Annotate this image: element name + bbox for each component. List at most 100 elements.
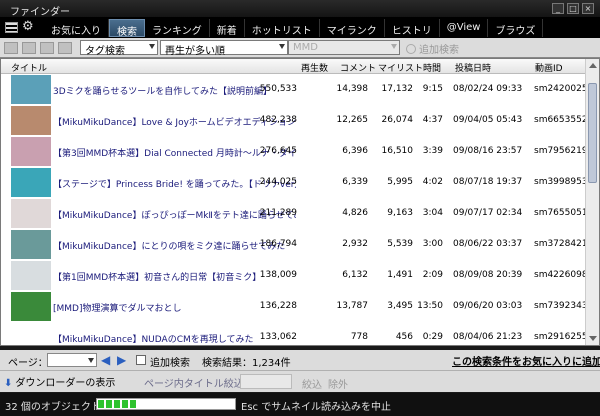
table-row[interactable]: 【MikuMikuDance】Love & Joyホームビデオエディション修正版… xyxy=(1,105,588,136)
window-titlebar: ファインダー _ □ × xyxy=(0,0,600,18)
add-search-button[interactable]: 追加検索 xyxy=(406,41,459,56)
narrow-button[interactable]: 絞込 xyxy=(302,376,322,391)
progress-fill xyxy=(98,400,139,408)
view-icon[interactable] xyxy=(4,42,18,54)
cell-views: 133,062 xyxy=(259,332,297,342)
cell-comments: 4,826 xyxy=(342,208,368,218)
header-title[interactable]: タイトル xyxy=(11,61,47,74)
video-thumbnail[interactable] xyxy=(11,75,51,104)
cell-video-id: sm3998953 xyxy=(534,177,588,187)
header-video-id[interactable]: 動画ID xyxy=(535,61,563,74)
scroll-up-icon[interactable] xyxy=(589,63,597,68)
menu-icon[interactable] xyxy=(5,22,18,33)
filter-input[interactable] xyxy=(240,374,292,389)
video-thumbnail[interactable] xyxy=(11,137,51,166)
download-icon: ⬇ xyxy=(4,378,13,389)
list-scrollbar[interactable] xyxy=(585,59,599,345)
cell-video-id: sm2916255 xyxy=(534,332,588,342)
add-search-label: 追加検索 xyxy=(419,45,459,56)
view-icon[interactable] xyxy=(40,42,54,54)
thumbnail-progress-bar xyxy=(96,398,236,410)
chevron-down-icon xyxy=(279,44,285,49)
chevron-down-icon xyxy=(391,44,397,49)
video-thumbnail[interactable] xyxy=(11,261,51,290)
header-posted[interactable]: 投稿日時 xyxy=(455,61,491,74)
table-row[interactable]: 【MikuMikuDance】NUDAのCMを再現してみた 133,062 778 4… xyxy=(1,322,588,345)
cell-video-id: sm2420025 xyxy=(534,84,588,94)
view-icon[interactable] xyxy=(22,42,36,54)
tab-item[interactable]: ランキング xyxy=(145,19,210,37)
scroll-down-icon[interactable] xyxy=(589,336,597,341)
status-message: Esc でサムネイル読み込みを中止 xyxy=(241,402,392,413)
page-select[interactable] xyxy=(47,353,97,367)
cell-views: 244,025 xyxy=(259,177,297,187)
table-row[interactable]: 【MikuMikuDance】ぽっぴっぽーMkⅡをテト達に踊らせてみた 211,2… xyxy=(1,198,588,229)
tab-item[interactable]: お気に入り xyxy=(44,19,109,37)
tab-item[interactable]: ホットリスト xyxy=(245,19,320,37)
keyword-combo[interactable]: MMD xyxy=(288,40,400,55)
cell-length: 9:15 xyxy=(422,84,443,94)
tab-item[interactable]: マイランク xyxy=(320,19,385,37)
tab-bar: ⚙ お気に入り 検索 ランキング 新着 ホットリスト マイランク ヒストリ @View ブラウズ xyxy=(0,18,600,38)
header-comments[interactable]: コメント xyxy=(340,61,376,74)
tab-item[interactable]: 新着 xyxy=(210,19,245,37)
header-mylist[interactable]: マイリスト xyxy=(378,61,423,74)
prev-page-icon[interactable]: ◀ xyxy=(101,354,113,366)
scroll-thumb[interactable] xyxy=(588,83,597,183)
cell-comments: 778 xyxy=(350,332,368,342)
tab-item[interactable]: 検索 xyxy=(109,19,145,38)
table-row[interactable]: 【ステージで】Princess Bride! を踊ってみた。【ドリナver】 24… xyxy=(1,167,588,198)
table-row[interactable]: 【第1回MMD杯本選】初音さん的日常【初音ミク】 138,009 6,132 1,49… xyxy=(1,260,588,291)
video-thumbnail[interactable] xyxy=(11,199,51,228)
maximize-icon[interactable]: □ xyxy=(567,3,579,14)
window-controls: _ □ × xyxy=(552,3,594,14)
table-row[interactable]: 3Dミクを踊らせるツールを自作してみた【説明前編】 550,533 14,398 17… xyxy=(1,74,588,105)
gear-icon[interactable]: ⚙ xyxy=(22,19,34,35)
tab-item[interactable]: @View xyxy=(440,19,489,37)
cell-length: 3:00 xyxy=(422,239,443,249)
status-bar: 32 個のオブジェクト Esc でサムネイル読み込みを中止 xyxy=(0,393,600,416)
video-thumbnail[interactable] xyxy=(11,323,51,345)
add-favorite-link[interactable]: この検索条件をお気に入りに追加 xyxy=(452,353,600,368)
video-thumbnail[interactable] xyxy=(11,106,51,135)
tab-list: お気に入り 検索 ランキング 新着 ホットリスト マイランク ヒストリ @View ブラウズ xyxy=(44,19,544,38)
close-icon[interactable]: × xyxy=(582,3,594,14)
downloader-button[interactable]: ⬇ ダウンローダーの表示 xyxy=(4,374,115,389)
cell-views: 276,645 xyxy=(259,146,297,156)
tab-item[interactable]: ヒストリ xyxy=(385,19,440,37)
view-icon[interactable] xyxy=(58,42,72,54)
search-toolbar: タグ検索 再生が多い順 MMD 追加検索 xyxy=(0,38,600,58)
chevron-down-icon xyxy=(88,358,94,363)
table-row[interactable]: 【第3回MMD杯本選】Dial Connected 月時計～ルナ・ダイアル...… xyxy=(1,136,588,167)
sort-value: 再生が多い順 xyxy=(165,46,225,57)
cell-mylist: 3,495 xyxy=(387,301,413,311)
cell-mylist: 1,491 xyxy=(387,270,413,280)
add-search-checkbox[interactable] xyxy=(136,355,146,365)
minimize-icon[interactable]: _ xyxy=(552,3,564,14)
cell-views: 482,238 xyxy=(259,115,297,125)
cell-length: 2:09 xyxy=(422,270,443,280)
cell-posted: 09/04/05 05:43 xyxy=(453,115,523,125)
cell-mylist: 5,995 xyxy=(387,177,413,187)
cell-posted: 09/06/20 03:03 xyxy=(453,301,523,311)
search-mode-select[interactable]: タグ検索 xyxy=(80,40,158,57)
table-row[interactable]: [MMD]物理演算でダルマおとし 136,228 13,787 3,495 13:50 0… xyxy=(1,291,588,322)
table-row[interactable]: 【MikuMikuDance】にとりの唄をミク達に踊らせてみた 186,794 2,… xyxy=(1,229,588,260)
cell-mylist: 9,163 xyxy=(387,208,413,218)
filter-label: ページ内タイトル絞込 xyxy=(144,379,244,390)
cell-views: 186,794 xyxy=(259,239,297,249)
video-thumbnail[interactable] xyxy=(11,168,51,197)
tab-item[interactable]: ブラウズ xyxy=(488,19,544,37)
cell-mylist: 26,074 xyxy=(381,115,414,125)
cell-posted: 08/06/22 03:37 xyxy=(453,239,523,249)
header-length[interactable]: 時間 xyxy=(423,61,441,74)
exclude-button[interactable]: 除外 xyxy=(328,376,348,391)
sort-select[interactable]: 再生が多い順 xyxy=(160,40,288,57)
cell-posted: 08/02/24 09:33 xyxy=(453,84,523,94)
video-thumbnail[interactable] xyxy=(11,292,51,321)
video-thumbnail[interactable] xyxy=(11,230,51,259)
next-page-icon[interactable]: ▶ xyxy=(117,354,129,366)
cell-comments: 6,132 xyxy=(342,270,368,280)
cell-comments: 2,932 xyxy=(342,239,368,249)
header-views[interactable]: 再生数 xyxy=(301,61,328,74)
